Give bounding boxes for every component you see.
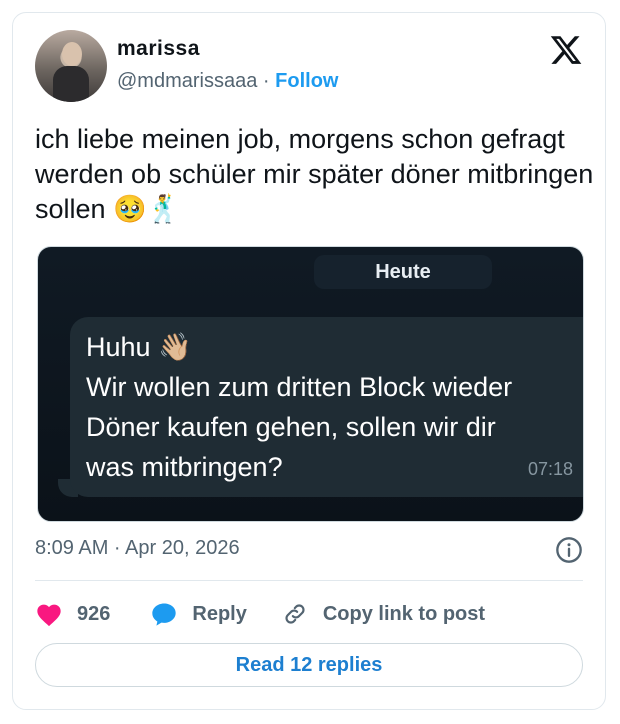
avatar-body: [53, 66, 89, 102]
follow-link[interactable]: Follow: [275, 70, 338, 92]
date-chip: Heute: [314, 255, 492, 289]
avatar[interactable]: [35, 30, 107, 102]
avatar-head: [62, 42, 82, 66]
chat-message: Huhu 👋🏼 Wir wollen zum dritten Block wie…: [86, 327, 583, 487]
reply-bubble-icon: [152, 603, 177, 626]
reply-label: Reply: [192, 602, 247, 625]
action-bar: 926 Reply Copy link to post: [35, 597, 485, 631]
attached-screenshot[interactable]: Heute Huhu 👋🏼 Wir wollen zum dritten Blo…: [37, 246, 584, 522]
chat-time: 07:18: [528, 459, 574, 479]
chat-line: Huhu 👋🏼: [86, 332, 192, 362]
chat-line: was mitbringen?: [86, 452, 283, 482]
copy-link-label: Copy link to post: [322, 602, 486, 625]
author-name[interactable]: marissa: [117, 37, 200, 61]
post-timestamp[interactable]: 8:09 AM · Apr 20, 2026: [35, 537, 240, 560]
reply-button[interactable]: Reply: [150, 601, 247, 627]
handle-row: @mdmarissaaa · Follow: [117, 70, 338, 93]
author-handle[interactable]: @mdmarissaaa: [117, 70, 257, 92]
handle-separator: ·: [262, 70, 270, 92]
post-card: marissa @mdmarissaaa · Follow ich liebe …: [12, 12, 606, 710]
chat-line: Wir wollen zum dritten Block wieder: [86, 372, 513, 402]
read-replies-button[interactable]: Read 12 replies: [35, 643, 583, 687]
like-button[interactable]: 926: [35, 601, 110, 627]
heart-icon: [37, 604, 61, 627]
link-icon: [285, 604, 305, 624]
x-logo-icon[interactable]: [549, 33, 583, 67]
chat-line: Döner kaufen gehen, sollen wir dir: [86, 412, 496, 442]
chat-bubble: Huhu 👋🏼 Wir wollen zum dritten Block wie…: [70, 317, 583, 497]
like-count: 926: [77, 602, 111, 625]
tweet-text: ich liebe meinen job, morgens schon gefr…: [35, 124, 594, 224]
info-icon[interactable]: [555, 536, 583, 564]
copy-link-button[interactable]: Copy link to post: [281, 601, 485, 627]
divider: [35, 580, 583, 581]
